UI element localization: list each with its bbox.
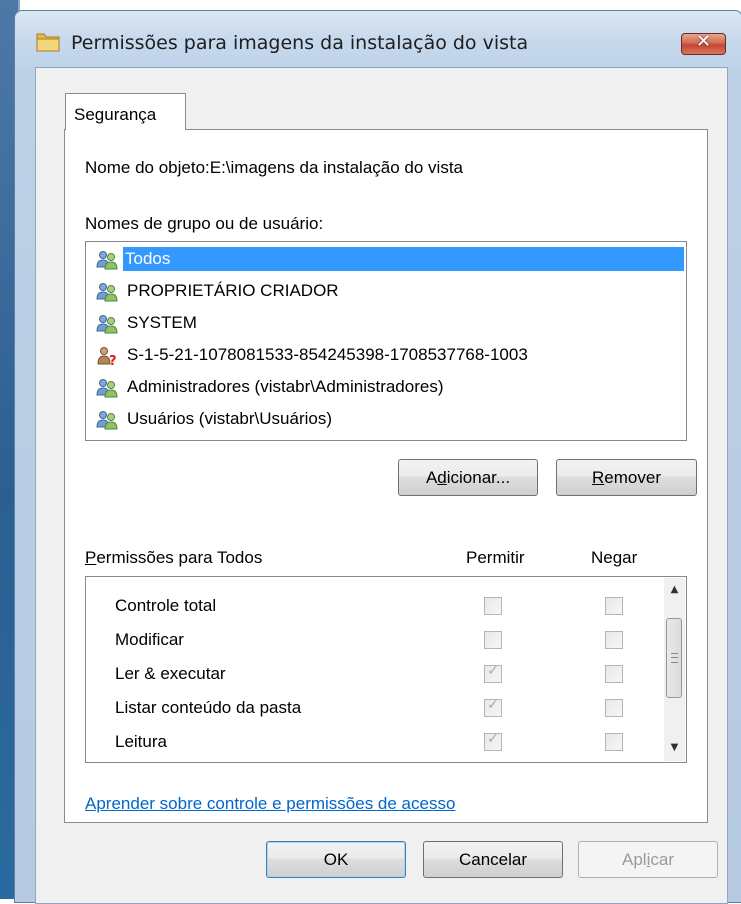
- check-mark-icon: ✓: [487, 731, 499, 747]
- permission-name: Controle total: [115, 596, 217, 615]
- folder-icon: [36, 33, 60, 52]
- close-icon: ✕: [695, 31, 712, 52]
- list-item[interactable]: SYSTEM: [87, 307, 685, 339]
- permission-row: Leitura ✓: [86, 725, 666, 759]
- add-button[interactable]: Adicionar...: [398, 459, 538, 496]
- permissions-scrollbar[interactable]: ▲ ▼: [664, 578, 685, 761]
- allow-checkbox[interactable]: [484, 597, 502, 615]
- remove-button[interactable]: Remover: [556, 459, 697, 496]
- permission-row: Controle total: [86, 589, 666, 623]
- permission-name: Leitura: [115, 732, 167, 751]
- users-group-icon: [96, 251, 118, 270]
- permission-row: Ler & executar ✓: [86, 657, 666, 691]
- column-allow-header: Permitir: [466, 548, 525, 567]
- list-item[interactable]: Usuários (vistabr\Usuários): [87, 403, 685, 435]
- security-tab-panel: Nome do objeto:E:\imagens da instalação …: [64, 129, 708, 823]
- unknown-user-icon: ?: [97, 347, 117, 366]
- permissions-for-label: Permissões para Todos: [85, 548, 263, 567]
- allow-checkbox[interactable]: [484, 631, 502, 649]
- list-item-label: Todos: [123, 247, 684, 271]
- list-item[interactable]: Administradores (vistabr\Administradores…: [87, 371, 685, 403]
- list-item-label: PROPRIETÁRIO CRIADOR: [127, 281, 339, 300]
- list-item[interactable]: Todos: [87, 243, 685, 275]
- allow-checkbox[interactable]: ✓: [484, 697, 502, 717]
- permissions-list[interactable]: Controle total Modificar Ler & executar …: [85, 576, 687, 763]
- deny-checkbox[interactable]: [605, 631, 623, 649]
- users-group-icon: [96, 411, 118, 430]
- close-button[interactable]: ✕: [681, 31, 726, 55]
- apply-button[interactable]: Aplicar: [578, 841, 718, 878]
- permission-name: Modificar: [115, 630, 184, 649]
- allow-checkbox[interactable]: ✓: [484, 731, 502, 751]
- svg-text:?: ?: [109, 354, 117, 366]
- object-name-label: Nome do objeto:: [85, 158, 210, 177]
- list-item-label: Administradores (vistabr\Administradores…: [127, 377, 444, 396]
- list-item-label: Usuários (vistabr\Usuários): [127, 409, 332, 428]
- permission-row: Modificar: [86, 623, 666, 657]
- window-title: Permissões para imagens da instalação do…: [71, 32, 529, 54]
- column-deny-header: Negar: [591, 548, 638, 567]
- scroll-thumb[interactable]: [666, 618, 682, 698]
- scroll-up-arrow-icon[interactable]: ▲: [664, 580, 685, 600]
- deny-checkbox[interactable]: [605, 665, 623, 683]
- list-item[interactable]: ? S-1-5-21-1078081533-854245398-17085377…: [87, 339, 685, 371]
- allow-checkbox[interactable]: ✓: [484, 663, 502, 683]
- list-item[interactable]: PROPRIETÁRIO CRIADOR: [87, 275, 685, 307]
- object-name-value: E:\imagens da instalação do vista: [209, 158, 464, 177]
- check-mark-icon: ✓: [487, 697, 499, 713]
- check-mark-icon: ✓: [487, 663, 499, 679]
- grip-icon: [671, 653, 678, 663]
- deny-checkbox[interactable]: [605, 597, 623, 615]
- users-group-icon: [96, 379, 118, 398]
- dialog-client-area: Segurança Nome do objeto:E:\imagens da i…: [35, 67, 728, 904]
- cancel-button[interactable]: Cancelar: [423, 841, 563, 878]
- tab-security[interactable]: Segurança: [65, 93, 186, 130]
- list-item-label: S-1-5-21-1078081533-854245398-1708537768…: [127, 345, 528, 364]
- deny-checkbox[interactable]: [605, 699, 623, 717]
- users-group-icon: [96, 315, 118, 334]
- deny-checkbox[interactable]: [605, 733, 623, 751]
- permission-name: Listar conteúdo da pasta: [115, 698, 302, 717]
- group-names-label: Nomes de grupo ou de usuário:: [85, 214, 324, 233]
- permissions-dialog: Permissões para imagens da instalação do…: [14, 10, 741, 904]
- permission-name: Ler & executar: [115, 664, 226, 683]
- group-user-list[interactable]: Todos PROPRIETÁRIO CRIADOR SYSTEM ? S-1-…: [85, 241, 687, 441]
- title-bar[interactable]: Permissões para imagens da instalação do…: [15, 11, 741, 67]
- object-name-row: Nome do objeto:E:\imagens da instalação …: [85, 158, 463, 178]
- help-link[interactable]: Aprender sobre controle e permissões de …: [85, 794, 455, 814]
- permission-row: Listar conteúdo da pasta ✓: [86, 691, 666, 725]
- list-item-label: SYSTEM: [127, 313, 197, 332]
- scroll-down-arrow-icon[interactable]: ▼: [664, 738, 685, 758]
- users-group-icon: [96, 283, 118, 302]
- ok-button[interactable]: OK: [266, 841, 406, 878]
